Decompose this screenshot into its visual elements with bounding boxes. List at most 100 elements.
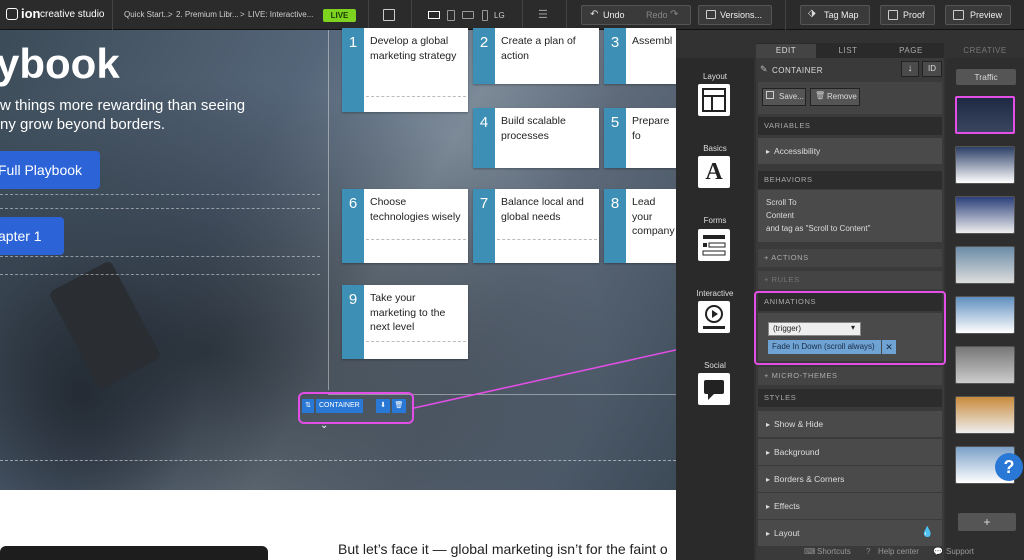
creative-thumbnail[interactable] [955,146,1015,184]
tag-icon: ⬗ [808,8,816,19]
background-row[interactable]: Background [758,439,942,465]
creative-thumbnail[interactable] [955,296,1015,334]
step-text: Prepare fo localizatio [632,115,670,142]
desktop-device-icon[interactable] [428,11,440,19]
basics-text-icon[interactable]: A [698,156,730,188]
step-number: 5 [604,108,626,168]
actions-row[interactable]: + ACTIONS [758,249,942,267]
rules-row[interactable]: + RULES [758,271,942,289]
undo-icon[interactable]: ↶ [590,9,598,20]
tablet-landscape-icon[interactable] [462,11,474,19]
accessibility-row[interactable]: Accessibility [758,138,942,164]
step-card[interactable]: 7 Balance local and global needs [473,189,599,263]
full-playbook-button[interactable]: Full Playbook [0,151,100,189]
undo-button[interactable]: Undo [603,10,625,20]
device-lg-label[interactable]: LG [494,11,505,20]
drop-icon: 💧 [921,527,934,538]
breadcrumb-live[interactable]: LIVE: Interactive... [248,10,313,19]
creative-thumbnail[interactable] [955,346,1015,384]
layout-icon[interactable] [698,84,730,116]
page-layout-icon[interactable] [383,9,395,21]
phone-device-icon[interactable] [482,10,488,21]
behavior-line-3: and tag as "Scroll to Content" [766,224,871,233]
shortcuts-link[interactable]: Shortcuts [817,547,851,556]
borders-corners-row[interactable]: Borders & Corners [758,466,942,492]
behavior-line-1: Scroll To [766,198,797,207]
side-label-interactive: Interactive [696,289,734,298]
pin-icon[interactable]: ⬇ [376,399,390,413]
breadcrumb-sep-icon: > [168,10,173,19]
support-chat-icon: 💬 [933,547,943,556]
micro-themes-row[interactable]: + MICRO-THEMES [758,367,942,385]
container-tag[interactable]: CONTAINER [316,399,363,413]
proof-icon [888,10,898,20]
section-variables[interactable]: VARIABLES [758,117,942,135]
step-card[interactable]: 2 Create a plan of action [473,28,599,84]
step-card[interactable]: 5 Prepare fo localizatio [604,108,676,168]
step-card[interactable]: 3 Assemble global tea [604,28,676,84]
step-card[interactable]: 9 Take your marketing to the next level [342,285,468,359]
breadcrumb-quick-start[interactable]: Quick Start... [124,10,170,19]
chevron-down-icon[interactable]: ⌄ [320,420,328,431]
layout-row[interactable]: Layout [758,520,942,546]
support-link[interactable]: Support [946,547,974,556]
show-hide-row[interactable]: Show & Hide [758,411,942,437]
help-button[interactable]: ? [995,453,1023,481]
step-text: Take your marketing to the next level [370,292,446,333]
tab-creative[interactable]: CREATIVE [956,44,1014,58]
help-center-link[interactable]: Help center [878,547,919,556]
redo-icon[interactable]: ↷ [670,9,678,20]
redo-button[interactable]: Redo [646,10,668,20]
versions-label: Versions... [720,10,763,20]
hero-line-2: ny grow beyond borders. [0,116,166,133]
side-label-forms: Forms [703,216,727,225]
id-button[interactable]: ID [922,61,942,77]
behavior-line-2: Content [766,211,795,220]
section-behaviors[interactable]: BEHAVIORS [758,171,942,189]
versions-icon [706,10,716,19]
chapter-1-button[interactable]: apter 1 [0,217,64,255]
tablet-device-icon[interactable] [447,10,455,21]
step-text: Create a plan of action [501,35,576,62]
ion-logo-icon [6,8,18,20]
add-creative-button[interactable]: + [958,513,1016,531]
step-card[interactable]: 1 Develop a global marketing strategy [342,28,468,112]
effects-row[interactable]: Effects [758,493,942,519]
behavior-box[interactable]: Scroll To Content and tag as "Scroll to … [758,190,942,242]
step-card[interactable]: 4 Build scalable processes [473,108,599,168]
step-card[interactable]: 6 Choose technologies wisely [342,189,468,263]
step-card[interactable]: 8 Lead your company global suc [604,189,676,263]
preview-icon [953,10,964,20]
creative-thumbnail[interactable] [955,246,1015,284]
pencil-icon: ✎ [760,64,768,74]
creative-thumbnail[interactable] [955,196,1015,234]
tab-list[interactable]: LIST [818,44,878,58]
proof-label: Proof [903,10,925,20]
drag-handle-icon[interactable]: ⇅ [302,399,314,413]
settings-sliders-icon[interactable]: ☰ [538,8,548,21]
live-badge: LIVE [323,9,356,22]
step-number: 7 [473,189,495,263]
breadcrumb-sep-icon: > [240,10,245,19]
section-styles[interactable]: STYLES [758,389,942,407]
device-mockup [0,546,268,560]
traffic-button[interactable]: Traffic [956,69,1016,85]
social-chat-icon[interactable] [698,373,730,405]
trash-icon[interactable]: 🗑 [392,399,406,413]
hero-title: ybook [0,40,120,87]
step-text: Choose technologies wisely [370,196,461,223]
logo-text: ion [21,6,41,21]
tab-page[interactable]: PAGE [880,44,942,58]
creative-thumbnail[interactable] [955,96,1015,134]
step-number: 1 [342,28,364,112]
creative-thumbnail[interactable] [955,396,1015,434]
step-text: Build scalable processes [501,115,566,142]
forms-icon[interactable] [698,229,730,261]
breadcrumb-premium[interactable]: 2. Premium Libr... [176,10,239,19]
tag-map-label: Tag Map [824,10,859,20]
interactive-play-icon[interactable] [698,301,730,333]
intro-paragraph: But let’s face it — global marketing isn… [338,541,668,557]
tab-edit[interactable]: EDIT [756,44,816,58]
arrow-down-icon[interactable]: ↓ [901,61,919,77]
side-label-layout: Layout [702,72,728,81]
